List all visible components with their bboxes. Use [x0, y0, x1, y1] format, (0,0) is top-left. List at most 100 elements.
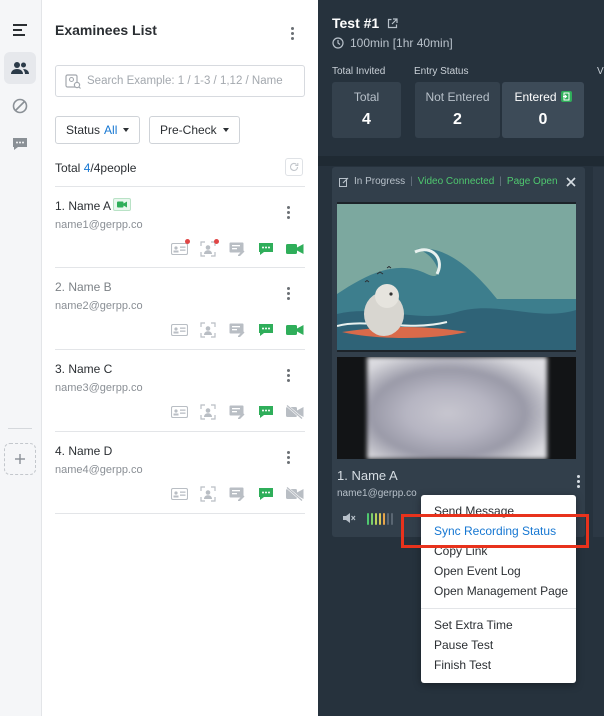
not-entered-value: 2 [453, 111, 462, 128]
highlight-annotation-box [401, 514, 589, 548]
entered-label-row: Entered [502, 90, 584, 104]
card-status-row: In Progress | Video Connected | Page Ope… [339, 176, 558, 187]
status-filter-label: Status [66, 123, 101, 137]
refresh-icon[interactable] [285, 158, 303, 176]
entered-value: 0 [538, 111, 548, 128]
face-scan-icon[interactable] [198, 404, 218, 420]
test-duration: 100min [1hr 40min] [332, 36, 453, 50]
total-count: Total 4/4people [55, 161, 136, 175]
note-icon[interactable] [227, 405, 247, 419]
list-item[interactable]: 2. Name B name2@gerpp.co [55, 268, 305, 348]
clock-icon [332, 37, 344, 49]
speaker-muted-icon[interactable] [342, 512, 356, 524]
total-invited-label: Total Invited [332, 66, 386, 77]
examinee-email: name1@gerpp.co [55, 219, 143, 231]
card-menu-icon[interactable] [571, 472, 585, 490]
examinee-email: name3@gerpp.co [55, 382, 143, 394]
note-icon[interactable] [227, 242, 247, 256]
list-item[interactable]: 4. Name D name4@gerpp.co [55, 432, 305, 512]
note-icon[interactable] [227, 487, 247, 501]
menu-item-open-management-page[interactable]: Open Management Page [434, 584, 568, 598]
close-icon[interactable] [565, 176, 577, 188]
message-icon[interactable] [256, 323, 276, 337]
menu-item-set-extra-time[interactable]: Set Extra Time [434, 618, 513, 632]
external-link-icon[interactable] [387, 17, 398, 29]
not-entered-stat[interactable]: Not Entered 2 [415, 82, 500, 138]
audio-level-bar [383, 513, 385, 525]
search-placeholder: Search Example: 1 / 1-3 / 1,12 / Name [87, 75, 283, 87]
menu-item-open-event-log[interactable]: Open Event Log [434, 564, 521, 578]
blurred-face [367, 357, 547, 459]
test-title-text: Test #1 [332, 15, 380, 31]
enter-door-icon [560, 91, 572, 102]
webcam-video [337, 357, 576, 459]
search-person-icon [65, 74, 81, 89]
chevron-down-icon [123, 128, 130, 132]
total-stat: Total 4 [332, 82, 401, 138]
panel-title: Examinees List [55, 22, 157, 38]
examinees-panel: Examinees List Search Example: 1 / 1-3 /… [43, 0, 318, 716]
audio-level-bar [367, 513, 369, 525]
examinee-name: 2. Name B [55, 280, 112, 294]
audio-level-bar [371, 513, 373, 525]
plus-icon[interactable] [4, 443, 36, 475]
list-item[interactable]: 3. Name C name3@gerpp.co [55, 350, 305, 430]
status-separator: | [410, 176, 413, 187]
message-icon[interactable] [256, 487, 276, 501]
edit-icon [339, 177, 349, 187]
id-card-icon[interactable] [169, 487, 189, 501]
chat-icon[interactable] [4, 128, 36, 160]
examinee-name: 3. Name C [55, 362, 113, 376]
entered-stat[interactable]: Entered 0 [502, 82, 584, 138]
panel-menu-icon[interactable] [285, 24, 299, 42]
audio-level-bar [387, 513, 389, 525]
face-scan-icon[interactable] [198, 486, 218, 502]
block-icon[interactable] [4, 90, 36, 122]
id-card-icon[interactable] [169, 405, 189, 419]
note-icon[interactable] [227, 323, 247, 337]
video-camera-icon[interactable] [285, 242, 305, 256]
search-input[interactable]: Search Example: 1 / 1-3 / 1,12 / Name [55, 65, 305, 97]
total-stat-label: Total [353, 90, 380, 104]
audio-level-bar [375, 513, 377, 525]
status-separator: | [499, 176, 502, 187]
screen-share-video [337, 202, 576, 352]
examinee-name: 1. Name A [55, 199, 112, 213]
section-separator [318, 156, 604, 166]
video-camera-icon[interactable] [285, 323, 305, 337]
face-scan-icon[interactable] [198, 239, 219, 257]
camera-badge-icon [113, 198, 131, 211]
entered-label: Entered [514, 90, 557, 104]
card-examinee-name: 1. Name A [337, 468, 398, 483]
examinee-name: 4. Name D [55, 444, 113, 458]
video-off-icon[interactable] [285, 487, 305, 501]
menu-item-finish-test[interactable]: Finish Test [434, 658, 491, 672]
item-menu-icon[interactable] [281, 284, 295, 302]
chevron-down-icon [222, 128, 229, 132]
video-off-icon[interactable] [285, 405, 305, 419]
item-menu-icon[interactable] [281, 448, 295, 466]
not-entered-label: Not Entered [425, 90, 490, 104]
audio-level-bar [379, 513, 381, 525]
message-icon[interactable] [256, 242, 276, 256]
total-stat-value: 4 [362, 111, 371, 128]
precheck-filter-button[interactable]: Pre-Check [149, 116, 240, 144]
menu-item-pause-test[interactable]: Pause Test [434, 638, 493, 652]
precheck-filter-label: Pre-Check [160, 123, 217, 137]
people-icon[interactable] [4, 52, 36, 84]
entry-status-label: Entry Status [414, 66, 469, 77]
face-scan-icon[interactable] [198, 322, 218, 338]
item-menu-icon[interactable] [281, 366, 295, 384]
examinee-card: In Progress | Video Connected | Page Ope… [332, 167, 585, 537]
list-item[interactable]: 1. Name A name1@gerpp.co [55, 187, 305, 267]
id-card-icon[interactable] [169, 323, 189, 337]
examinee-email: name4@gerpp.co [55, 464, 143, 476]
left-rail [0, 0, 42, 716]
id-card-icon[interactable] [169, 239, 190, 256]
menu-divider [421, 608, 576, 609]
total-prefix: Total [55, 161, 81, 175]
message-icon[interactable] [256, 405, 276, 419]
list-icon[interactable] [4, 14, 36, 46]
status-filter-button[interactable]: Status All [55, 116, 141, 144]
item-menu-icon[interactable] [281, 203, 295, 221]
